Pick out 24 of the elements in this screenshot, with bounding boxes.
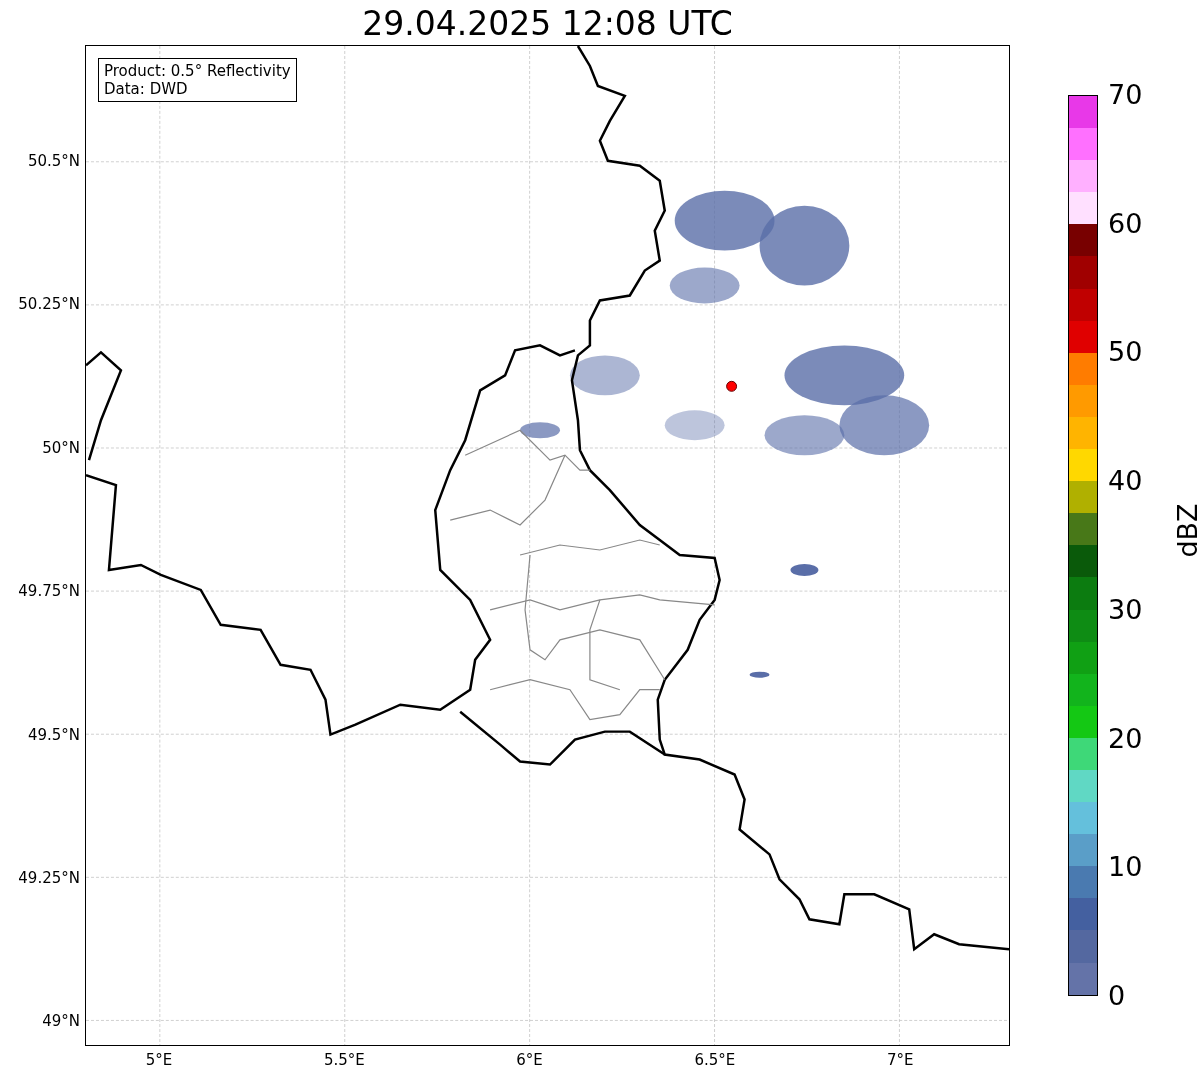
longitude-label: 6.5°E [694,1051,736,1069]
latitude-label: 50.25°N [18,295,80,314]
colorbar-tick-label: 40 [1108,466,1143,497]
info-text: Product: 0.5° Reflectivity [104,62,291,80]
longitude-label: 7°E [886,1051,914,1069]
plot-title: 29.04.2025 12:08 UTC [361,4,734,43]
latitude-label: 50.5°N [27,152,80,170]
longitude-label: 6°E [516,1051,543,1069]
colorbar-tick-label: 70 [1108,80,1143,110]
latitude-label: 50°N [42,438,80,457]
colorbar-label: dBZ [1171,503,1202,558]
latitude-label: 49°N [42,1012,80,1031]
latitude-label: 49.75°N [18,582,80,601]
colorbar-tick-label: 30 [1108,594,1143,625]
longitude-label: 5.5°E [323,1051,365,1069]
colorbar-tick-label: 10 [1108,852,1143,883]
colorbar-tick-label: 50 [1108,337,1143,368]
colorbar-tick-label: 0 [1108,981,1126,1011]
colorbar-tick-label: 20 [1108,723,1143,754]
info-text: Data: DWD [104,80,189,98]
longitude-label: 5°E [145,1051,173,1069]
colorbar-tick-label: 60 [1108,208,1143,239]
latitude-label: 49.5°N [27,725,80,744]
latitude-label: 49.25°N [18,869,80,887]
